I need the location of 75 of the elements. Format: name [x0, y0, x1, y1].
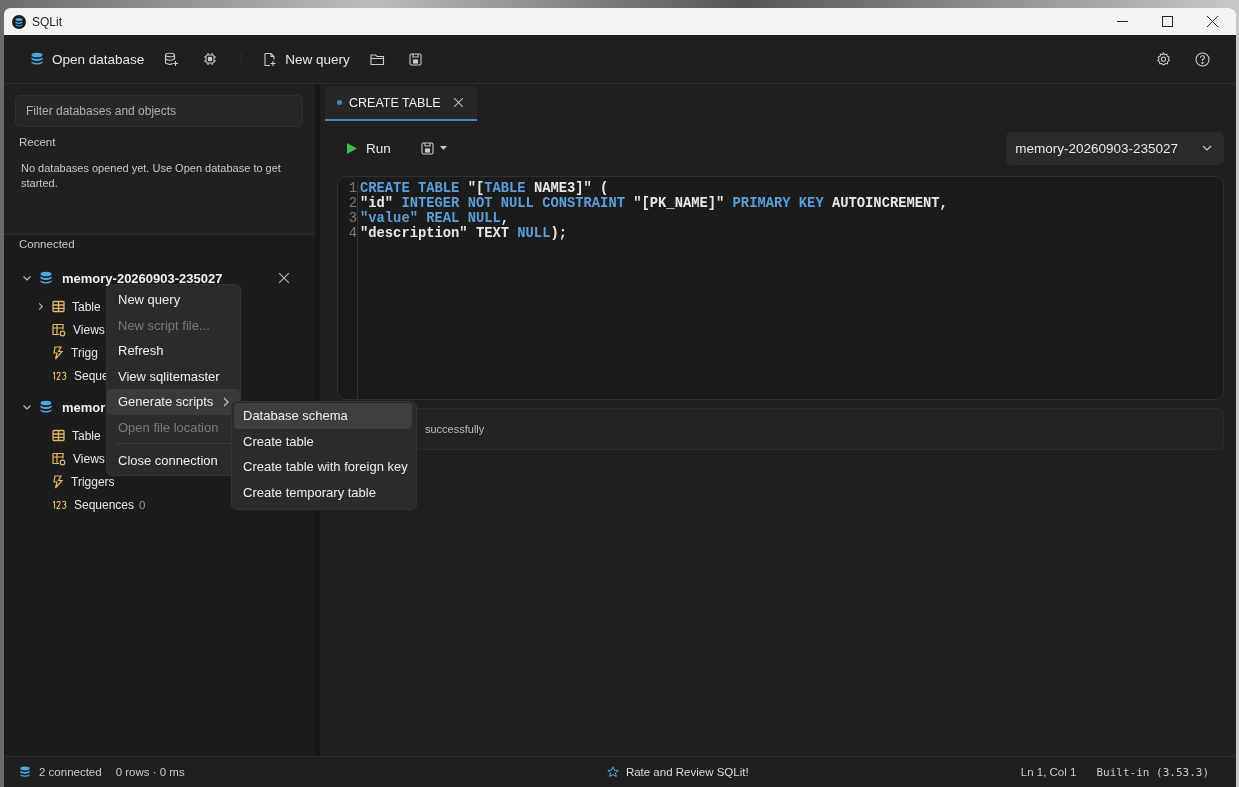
- chevron-icon[interactable]: [36, 302, 45, 311]
- code-line: "id" INTEGER NOT NULL CONSTRAINT "[PK_NAME]" PRIMARY KEY AUTOINCREMENT,: [360, 196, 948, 211]
- filter-field[interactable]: Filter databases and objects: [15, 95, 303, 127]
- line-number: 1: [347, 181, 357, 196]
- tree-item[interactable]: Trigg: [71, 345, 98, 360]
- save-icon: [420, 141, 434, 155]
- menu-item[interactable]: Create table with foreign key: [234, 454, 412, 480]
- new-query-button[interactable]: New query: [256, 47, 356, 71]
- help-icon[interactable]: [1195, 51, 1210, 67]
- star-icon: [606, 766, 619, 778]
- line-number: 3: [347, 211, 357, 226]
- code-editor[interactable]: 1 2 3 4 CREATE TABLE "[TABLE NAME3]" ( "id" INTEGER NOT NULL CONSTRAINT "[PK_NAME]" PRIMARY KEY AUTOINCREMENT, "value" REAL NULL, "description" TEXT NULL);: [337, 176, 1224, 400]
- line-number: 2: [347, 196, 357, 211]
- menu-item[interactable]: Create temporary table: [234, 479, 412, 505]
- lightning-icon: [52, 474, 64, 489]
- line-number: 4: [347, 226, 357, 241]
- tree-item[interactable]: Triggers: [71, 474, 115, 489]
- settings-icon[interactable]: [1156, 51, 1171, 67]
- menu-item[interactable]: Database schema: [234, 403, 412, 429]
- row-count: 0 rows · 0 ms: [115, 766, 185, 778]
- view-icon: [52, 451, 66, 466]
- database-name[interactable]: memory-20260903-235027: [62, 270, 223, 286]
- play-icon: [347, 142, 357, 154]
- new-file-icon: [262, 51, 278, 67]
- connection-count: 2 connected: [39, 766, 102, 778]
- sequence-icon: [52, 370, 67, 381]
- close-icon[interactable]: [1207, 16, 1218, 27]
- engine-version: Built-in (3.53.3): [1096, 765, 1209, 779]
- rate-link[interactable]: Rate and Review SQLit!: [606, 766, 749, 778]
- lightning-icon: [52, 345, 64, 360]
- sequence-icon: [52, 499, 67, 510]
- menu-item[interactable]: Refresh: [107, 338, 240, 364]
- folder-icon[interactable]: [369, 52, 385, 66]
- table-icon: [52, 429, 65, 442]
- database-icon: [19, 766, 31, 778]
- query-tab[interactable]: CREATE TABLE: [325, 86, 477, 121]
- database-icon: [30, 52, 44, 66]
- menu-item[interactable]: View sqlitemaster: [107, 363, 240, 389]
- chip-icon[interactable]: [203, 52, 218, 66]
- item-count: 0: [139, 498, 146, 511]
- menu-item[interactable]: Create table: [234, 428, 412, 454]
- app-logo-icon: [12, 14, 26, 29]
- menu-item[interactable]: New query: [107, 287, 240, 313]
- tree-item[interactable]: Sequences: [74, 497, 135, 512]
- add-database-icon[interactable]: [164, 51, 180, 67]
- menu-item[interactable]: Generate scripts: [107, 389, 240, 415]
- database-icon: [39, 271, 53, 285]
- close-icon[interactable]: [279, 273, 289, 283]
- section-heading: Recent: [19, 136, 57, 148]
- section-heading: Connected: [19, 238, 76, 250]
- chevron-icon[interactable]: [22, 402, 32, 412]
- run-button[interactable]: Run: [325, 136, 403, 160]
- maximize-icon[interactable]: [1162, 16, 1173, 27]
- table-icon: [52, 300, 65, 313]
- database-icon: [39, 400, 53, 414]
- view-icon: [52, 322, 66, 337]
- open-database-button[interactable]: Open database: [24, 47, 151, 71]
- code-line: "value" REAL NULL,: [360, 211, 511, 226]
- window-title: SQLit: [32, 14, 62, 29]
- code-line: "description" TEXT NULL);: [360, 226, 568, 241]
- caret-icon: [439, 146, 447, 150]
- database-name[interactable]: memor: [62, 399, 106, 415]
- tree-item[interactable]: Views: [73, 322, 105, 337]
- code-line: CREATE TABLE "[TABLE NAME3]" (: [360, 181, 610, 196]
- close-icon[interactable]: [453, 98, 463, 107]
- chevron-icon[interactable]: [22, 273, 32, 283]
- tree-item[interactable]: Table: [72, 299, 101, 314]
- status-message: successfully: [425, 423, 485, 435]
- chevron-icon: [1202, 145, 1212, 151]
- tree-item[interactable]: Views: [73, 451, 105, 466]
- save-icon[interactable]: [408, 52, 422, 66]
- tree-item[interactable]: Table: [72, 428, 101, 443]
- cursor-position: Ln 1, Col 1: [1020, 766, 1077, 778]
- database-select[interactable]: memory-20260903-235027: [1006, 131, 1224, 165]
- empty-message: No databases opened yet. Use Open database to get started.: [21, 161, 282, 191]
